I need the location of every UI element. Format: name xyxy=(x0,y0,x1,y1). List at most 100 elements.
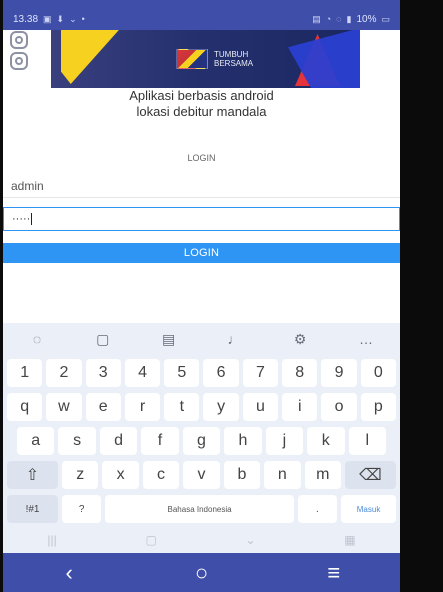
recent-apps-icon[interactable]: ||| xyxy=(47,533,56,547)
keyboard-row-qwerty: q w e r t y u i o p xyxy=(3,391,400,425)
login-title: LOGIN xyxy=(187,153,216,163)
password-mask: ····· xyxy=(12,213,31,225)
backspace-icon[interactable]: ⌫ xyxy=(344,461,396,489)
keyboard-toolbar: ◌ ▢ ▤ ♩ ⚙ … xyxy=(3,323,400,355)
key-j[interactable]: j xyxy=(265,427,304,455)
symbols-key[interactable]: !#1 xyxy=(7,495,59,523)
key-u[interactable]: u xyxy=(242,393,279,421)
hide-keyboard-icon[interactable]: ⌄ xyxy=(246,533,256,547)
key-h[interactable]: h xyxy=(224,427,262,455)
key-m[interactable]: m xyxy=(304,461,341,489)
key-6[interactable]: 6 xyxy=(203,359,239,387)
banner-yellow-shape xyxy=(61,30,126,84)
brand-line-2: BERSAMA xyxy=(214,59,254,68)
enter-key[interactable]: Masuk xyxy=(341,495,397,523)
key-z[interactable]: z xyxy=(62,461,99,489)
keyboard-row-asdf: a s d f g h j k l xyxy=(3,425,400,459)
key-l[interactable]: l xyxy=(348,427,386,455)
key-t[interactable]: t xyxy=(164,393,200,421)
key-b[interactable]: b xyxy=(223,461,261,489)
alarm-icon: ◔ xyxy=(325,14,332,24)
battery-percent: 10% xyxy=(356,13,377,25)
key-f[interactable]: f xyxy=(141,427,179,455)
brand-logo xyxy=(176,49,208,69)
emoji-icon[interactable]: ◌ xyxy=(27,331,47,347)
onscreen-keyboard: ◌ ▢ ▤ ♩ ⚙ … 1 2 3 4 5 6 7 8 9 0 q w e r … xyxy=(3,323,400,553)
status-bar: 13.38 ▣ ⬇ ⌄ • ▤ ◔ ◌ ▮ 10% ▭ xyxy=(3,8,400,30)
clipboard-icon[interactable]: ▢ xyxy=(93,331,113,348)
key-v[interactable]: v xyxy=(183,461,220,489)
key-y[interactable]: y xyxy=(203,393,239,421)
navigation-bar: ‹ ○ ≡ xyxy=(3,553,400,592)
key-s[interactable]: s xyxy=(58,427,96,455)
back-icon[interactable]: ‹ xyxy=(49,558,89,588)
notification-icon: ▣ xyxy=(43,13,52,24)
key-8[interactable]: 8 xyxy=(282,359,318,387)
key-4[interactable]: 4 xyxy=(124,359,161,387)
download-icon: ⬇ xyxy=(56,13,65,24)
key-w[interactable]: w xyxy=(46,393,82,421)
key-3[interactable]: 3 xyxy=(85,359,121,387)
key-q[interactable]: q xyxy=(7,393,43,421)
key-d[interactable]: d xyxy=(99,427,138,455)
home-circle-icon[interactable]: ○ xyxy=(181,558,221,588)
key-g[interactable]: g xyxy=(182,427,221,455)
key-a[interactable]: a xyxy=(17,427,55,455)
key-7[interactable]: 7 xyxy=(242,359,279,387)
question-key[interactable]: ? xyxy=(62,495,102,523)
key-e[interactable]: e xyxy=(85,393,121,421)
menu-icon[interactable]: ≡ xyxy=(314,558,354,588)
text-cursor xyxy=(31,213,33,225)
keyboard-row-numbers: 1 2 3 4 5 6 7 8 9 0 xyxy=(3,357,400,391)
username-field[interactable]: admin xyxy=(3,174,400,198)
key-n[interactable]: n xyxy=(264,461,301,489)
settings-icon[interactable]: ⚙ xyxy=(290,331,310,348)
app-title-line-2: lokasi debitur mandala xyxy=(136,104,267,119)
brand-text: TUMBUH BERSAMA xyxy=(214,50,253,68)
key-9[interactable]: 9 xyxy=(321,359,357,387)
keyboard-switch-icon[interactable]: ▦ xyxy=(344,533,355,547)
space-key[interactable]: Bahasa Indonesia xyxy=(105,495,294,523)
app-title: Aplikasi berbasis android lokasi debitur… xyxy=(3,88,400,120)
keyboard-icon[interactable]: ▤ xyxy=(159,331,179,348)
key-0[interactable]: 0 xyxy=(360,359,396,387)
more-icon[interactable]: … xyxy=(356,331,376,347)
signal-icon: ⌄ xyxy=(69,13,77,24)
brand-banner: TUMBUH BERSAMA xyxy=(51,30,360,88)
keyboard-row-zxcv: ⇧ z x c v b n m ⌫ xyxy=(3,459,400,493)
dot-icon: • xyxy=(81,14,85,24)
app-header: TUMBUH BERSAMA xyxy=(3,30,400,88)
key-2[interactable]: 2 xyxy=(46,359,82,387)
battery-icon: ▭ xyxy=(381,13,390,24)
password-field[interactable]: ····· xyxy=(3,207,400,231)
brand-line-1: TUMBUH xyxy=(214,50,249,59)
status-time: 13.38 xyxy=(13,13,39,25)
key-p[interactable]: p xyxy=(360,393,396,421)
key-o[interactable]: o xyxy=(321,393,357,421)
key-c[interactable]: c xyxy=(142,461,180,489)
shift-icon[interactable]: ⇧ xyxy=(7,461,58,489)
home-icon[interactable]: ▢ xyxy=(145,533,156,547)
login-button[interactable]: LOGIN xyxy=(3,243,400,263)
brand-block: TUMBUH BERSAMA xyxy=(176,48,253,70)
dot-key[interactable]: . xyxy=(297,495,338,523)
username-value: admin xyxy=(11,178,44,193)
keyboard-row-bottom: !#1 ? Bahasa Indonesia . Masuk xyxy=(3,493,400,527)
app-icon-secondary xyxy=(10,52,28,70)
key-r[interactable]: r xyxy=(124,393,161,421)
mic-icon[interactable]: ♩ xyxy=(224,331,244,347)
status-left: 13.38 ▣ ⬇ ⌄ • xyxy=(13,14,85,25)
phone-frame-right xyxy=(400,0,443,592)
key-k[interactable]: k xyxy=(307,427,345,455)
cell-icon: ▮ xyxy=(346,13,352,24)
key-i[interactable]: i xyxy=(282,393,318,421)
key-x[interactable]: x xyxy=(102,461,139,489)
app-title-line-1: Aplikasi berbasis android xyxy=(129,88,274,103)
status-right: ▤ ◔ ◌ ▮ 10% ▭ xyxy=(312,14,390,25)
phone-frame-top xyxy=(0,0,443,8)
key-5[interactable]: 5 xyxy=(164,359,200,387)
keyboard-footer: ||| ▢ ⌄ ▦ xyxy=(3,527,400,553)
wifi-icon: ◌ xyxy=(336,14,342,24)
key-1[interactable]: 1 xyxy=(7,359,43,387)
sim-icon: ▤ xyxy=(312,13,321,24)
